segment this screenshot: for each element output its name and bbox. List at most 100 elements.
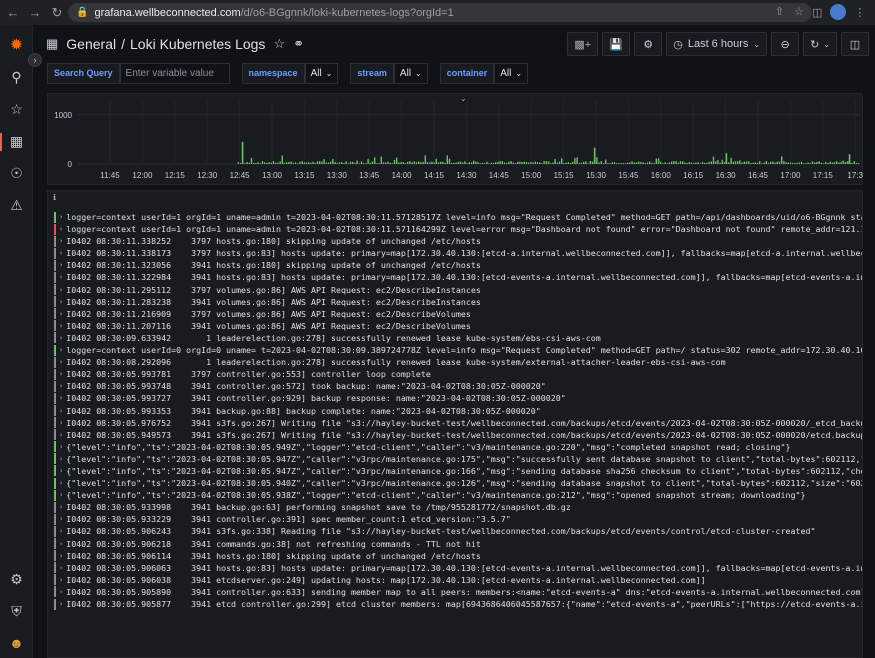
info-icon[interactable]: ℹ	[53, 193, 56, 202]
page-title[interactable]: Loki Kubernetes Logs	[130, 36, 265, 52]
settings-gear-icon[interactable]: ⚙	[8, 571, 25, 588]
refresh-button[interactable]: ↻ ⌄	[803, 32, 837, 56]
log-row[interactable]: › I0402 08:30:05.905890 3941 controller.g…	[54, 586, 862, 598]
shield-icon[interactable]: ⛨	[8, 603, 25, 620]
expand-chevron-icon[interactable]: ›	[59, 235, 63, 247]
log-row[interactable]: › I0402 08:30:11.216909 3797 volumes.go:8…	[54, 308, 862, 320]
share-icon[interactable]: ⚭	[293, 36, 304, 52]
bookmark-star-icon[interactable]: ☆	[794, 5, 804, 18]
container-select[interactable]: All ⌄	[494, 62, 529, 84]
log-row[interactable]: › I0402 08:30:11.323056 3941 hosts.go:180…	[54, 259, 862, 271]
log-row[interactable]: › I0402 08:30:05.906114 3941 hosts.go:180…	[54, 550, 862, 562]
expand-chevron-icon[interactable]: ›	[59, 259, 63, 271]
log-row[interactable]: › {"level":"info","ts":"2023-04-02T08:30:…	[54, 489, 862, 501]
log-row[interactable]: › I0402 08:30:09.633942 1 leaderelection.…	[54, 332, 862, 344]
expand-chevron-icon[interactable]: ›	[59, 574, 63, 586]
expand-chevron-icon[interactable]: ›	[59, 223, 63, 235]
forward-icon[interactable]: →	[26, 4, 44, 22]
log-row[interactable]: › I0402 08:30:05.933229 3941 controller.g…	[54, 513, 862, 525]
expand-chevron-icon[interactable]: ›	[59, 296, 63, 308]
reload-icon[interactable]: ↻	[48, 4, 66, 22]
time-picker-button[interactable]: ◷ Last 6 hours ⌄	[666, 32, 768, 56]
log-row[interactable]: › {"level":"info","ts":"2023-04-02T08:30:…	[54, 441, 862, 453]
stream-select[interactable]: All ⌄	[393, 62, 428, 84]
log-row[interactable]: › I0402 08:30:11.338173 3797 hosts.go:83]…	[54, 247, 862, 259]
namespace-select[interactable]: All ⌄	[304, 62, 339, 84]
expand-chevron-icon[interactable]: ›	[59, 550, 63, 562]
expand-chevron-icon[interactable]: ›	[59, 562, 63, 574]
log-row[interactable]: › I0402 08:30:05.993353 3941 backup.go:88…	[54, 405, 862, 417]
dashboards-icon[interactable]: ▦	[8, 133, 25, 150]
search-icon[interactable]: ⚲	[8, 69, 25, 86]
log-row[interactable]: › I0402 08:30:11.207116 3941 volumes.go:8…	[54, 320, 862, 332]
expand-chevron-icon[interactable]: ›	[59, 441, 63, 453]
log-row[interactable]: › I0402 08:30:05.906243 3941 s3fs.go:338]…	[54, 525, 862, 537]
expand-chevron-icon[interactable]: ›	[59, 271, 63, 283]
expand-chevron-icon[interactable]: ›	[59, 247, 63, 259]
log-row[interactable]: › I0402 08:30:11.338252 3797 hosts.go:180…	[54, 235, 862, 247]
sidebar-toggle-icon[interactable]: ◫	[812, 6, 822, 19]
log-volume-panel[interactable]: 1000 0 11:45 12:00 12:15 12:30 12:45 13:00 13:15…	[47, 93, 864, 185]
expand-chevron-icon[interactable]: ›	[59, 513, 63, 525]
expand-chevron-icon[interactable]: ›	[59, 417, 63, 429]
expand-chevron-icon[interactable]: ›	[59, 356, 63, 368]
tv-mode-button[interactable]: ◫	[841, 32, 869, 56]
log-row[interactable]: › I0402 08:30:08.292096 1 leaderelection.…	[54, 356, 862, 368]
log-row[interactable]: › I0402 08:30:05.993727 3941 controller.g…	[54, 392, 862, 404]
log-row[interactable]: › I0402 08:30:05.906063 3941 hosts.go:83]…	[54, 562, 862, 574]
expand-chevron-icon[interactable]: ›	[59, 405, 63, 417]
starred-icon[interactable]: ☆	[8, 101, 25, 118]
log-row[interactable]: › {"level":"info","ts":"2023-04-02T08:30:…	[54, 453, 862, 465]
share-page-icon[interactable]: ⇧	[775, 5, 784, 18]
profile-avatar[interactable]	[830, 4, 847, 20]
expand-chevron-icon[interactable]: ›	[59, 489, 63, 501]
breadcrumb-folder[interactable]: General	[66, 36, 116, 52]
log-row[interactable]: › I0402 08:30:05.933998 3941 backup.go:63…	[54, 501, 862, 513]
expand-chevron-icon[interactable]: ›	[59, 501, 63, 513]
user-avatar-icon[interactable]: ☻	[8, 635, 25, 652]
dashboard-settings-button[interactable]: ⚙	[634, 32, 663, 56]
log-row[interactable]: › I0402 08:30:11.295112 3797 volumes.go:8…	[54, 284, 862, 296]
expand-chevron-icon[interactable]: ›	[59, 320, 63, 332]
log-row[interactable]: › {"level":"info","ts":"2023-04-02T08:30:…	[54, 477, 862, 489]
expand-chevron-icon[interactable]: ›	[59, 284, 63, 296]
expand-chevron-icon[interactable]: ›	[59, 538, 63, 550]
expand-chevron-icon[interactable]: ›	[59, 525, 63, 537]
log-row[interactable]: › I0402 08:30:05.993748 3941 controller.g…	[54, 380, 862, 392]
explore-icon[interactable]: ☉	[8, 165, 25, 182]
log-row[interactable]: › I0402 08:30:05.905877 3941 etcd control…	[54, 598, 862, 610]
zoom-out-button[interactable]: ⊖	[771, 32, 800, 56]
expand-chevron-icon[interactable]: ›	[59, 477, 63, 489]
expand-chevron-icon[interactable]: ›	[59, 465, 63, 477]
grafana-logo-icon[interactable]: ✹	[8, 37, 25, 54]
log-row[interactable]: › I0402 08:30:05.906038 3941 etcdserver.g…	[54, 574, 862, 586]
log-row[interactable]: › I0402 08:30:11.283238 3941 volumes.go:8…	[54, 296, 862, 308]
expand-chevron-icon[interactable]: ›	[59, 368, 63, 380]
log-row[interactable]: › I0402 08:30:05.993781 3797 controller.g…	[54, 368, 862, 380]
expand-chevron-icon[interactable]: ›	[59, 308, 63, 320]
expand-chevron-icon[interactable]: ›	[59, 392, 63, 404]
log-row[interactable]: › I0402 08:30:05.949573 3941 s3fs.go:267]…	[54, 429, 862, 441]
browser-menu-icon[interactable]: ⋮	[854, 6, 865, 19]
log-row[interactable]: › {"level":"info","ts":"2023-04-02T08:30:…	[54, 465, 862, 477]
back-icon[interactable]: ←	[4, 4, 22, 22]
alerting-icon[interactable]: ⚠	[8, 197, 25, 214]
log-row[interactable]: › logger=context userId=1 orgId=1 uname=a…	[54, 211, 862, 223]
expand-menu-chevron-icon[interactable]: ›	[28, 53, 42, 67]
favorite-star-icon[interactable]: ☆	[273, 36, 285, 52]
address-bar[interactable]: 🔒 grafana.wellbeconnected.com/d/o6-BGgnn…	[68, 3, 812, 22]
expand-chevron-icon[interactable]: ›	[59, 344, 63, 356]
add-panel-button[interactable]: ▩+	[567, 32, 599, 56]
expand-chevron-icon[interactable]: ›	[59, 586, 63, 598]
expand-chevron-icon[interactable]: ›	[59, 211, 63, 223]
expand-chevron-icon[interactable]: ›	[59, 380, 63, 392]
log-row[interactable]: › logger=context userId=0 orgId=0 uname= …	[54, 344, 862, 356]
expand-chevron-icon[interactable]: ›	[59, 598, 63, 610]
log-row[interactable]: › I0402 08:30:11.322984 3941 hosts.go:83]…	[54, 271, 862, 283]
save-dashboard-button[interactable]: 💾	[602, 32, 631, 56]
log-row[interactable]: › logger=context userId=1 orgId=1 uname=a…	[54, 223, 862, 235]
search-query-input[interactable]: Enter variable value	[119, 62, 230, 84]
expand-chevron-icon[interactable]: ›	[59, 453, 63, 465]
log-row[interactable]: › I0402 08:30:05.976752 3941 s3fs.go:267]…	[54, 417, 862, 429]
log-row[interactable]: › I0402 08:30:05.906218 3941 commands.go:…	[54, 538, 862, 550]
